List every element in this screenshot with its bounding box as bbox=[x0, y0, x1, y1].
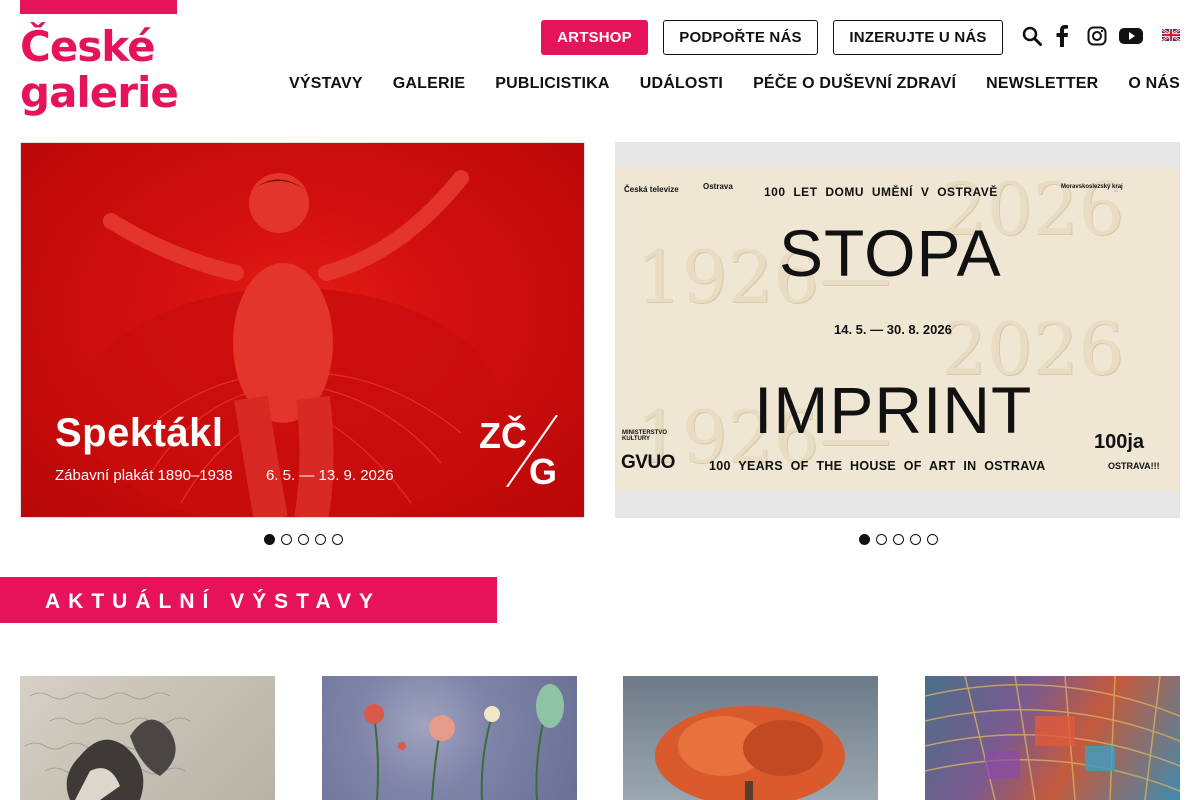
advertise-button[interactable]: INZERUJTE U NÁS bbox=[833, 20, 1003, 55]
exhibition-thumbnail[interactable] bbox=[925, 676, 1180, 800]
artshop-button[interactable]: ARTSHOP bbox=[541, 20, 648, 55]
nav-item-udalosti[interactable]: UDÁLOSTI bbox=[640, 75, 723, 93]
brand-100ja: 100ja bbox=[1094, 431, 1145, 453]
banner-stopa-imprint[interactable]: 1926— 2026 2026 1926— Česká televize Ost… bbox=[615, 142, 1180, 518]
poster-dates: 14. 5. — 30. 8. 2026 bbox=[834, 322, 952, 337]
search-icon[interactable] bbox=[1020, 24, 1044, 48]
nav-item-publicistika[interactable]: PUBLICISTIKA bbox=[495, 75, 609, 93]
slider-dots-right bbox=[859, 534, 938, 545]
nav-item-galerie[interactable]: GALERIE bbox=[393, 75, 466, 93]
section-title: AKTUÁLNÍ VÝSTAVY bbox=[45, 590, 382, 613]
nav-item-o-nas[interactable]: O NÁS bbox=[1128, 75, 1180, 93]
brand-ostrava: OSTRAVA!!! bbox=[1108, 461, 1160, 471]
sponsor-kraj: Moravskoslezský kraj bbox=[1061, 184, 1123, 190]
facebook-icon[interactable] bbox=[1050, 24, 1074, 48]
support-button[interactable]: PODPOŘTE NÁS bbox=[663, 20, 818, 55]
poster-subtitle-en: 100 YEARS OF THE HOUSE OF ART IN OSTRAVA bbox=[709, 459, 1046, 473]
poster-headline: 100 LET DOMU UMĚNÍ V OSTRAVĚ bbox=[764, 185, 998, 199]
nav-item-newsletter[interactable]: NEWSLETTER bbox=[986, 75, 1098, 93]
exhibition-thumbnail[interactable] bbox=[322, 676, 577, 800]
top-buttons: ARTSHOP PODPOŘTE NÁS INZERUJTE U NÁS bbox=[541, 20, 1003, 55]
nav-item-pece[interactable]: PÉČE O DUŠEVNÍ ZDRAVÍ bbox=[753, 75, 956, 93]
exhibition-thumbnail[interactable] bbox=[20, 676, 275, 800]
logo-text: České galerie bbox=[20, 22, 179, 117]
exhibition-thumbnail[interactable] bbox=[623, 676, 878, 800]
sponsor-ministry: MINISTERSTVO KULTURY bbox=[622, 430, 668, 442]
slider-dot[interactable] bbox=[876, 534, 887, 545]
logo-line-2: galerie bbox=[20, 68, 179, 117]
logo-line-1: České bbox=[20, 22, 156, 71]
sponsor-ostrava: Ostrava bbox=[703, 182, 733, 191]
slider-dot[interactable] bbox=[893, 534, 904, 545]
main-nav: VÝSTAVY GALERIE PUBLICISTIKA UDÁLOSTI PÉ… bbox=[289, 75, 1180, 93]
slider-dot[interactable] bbox=[281, 534, 292, 545]
slider-dot[interactable] bbox=[332, 534, 343, 545]
slider-dot[interactable] bbox=[264, 534, 275, 545]
zcg-logo: ZČ G bbox=[479, 415, 558, 492]
gvuo-logo: GVUO bbox=[621, 452, 675, 473]
instagram-icon[interactable] bbox=[1085, 24, 1109, 48]
poster-stopa: 1926— 2026 2026 1926— Česká televize Ost… bbox=[616, 167, 1179, 492]
slider-dot[interactable] bbox=[298, 534, 309, 545]
slider-dot[interactable] bbox=[910, 534, 921, 545]
banner-subtitle: Zábavní plakát 1890–1938 bbox=[55, 467, 233, 484]
uk-flag-icon[interactable] bbox=[1161, 28, 1181, 42]
logo-bar bbox=[20, 0, 177, 14]
site-logo[interactable]: České galerie bbox=[20, 0, 179, 122]
slider-dots-left bbox=[264, 534, 343, 545]
slider-dot[interactable] bbox=[315, 534, 326, 545]
youtube-icon[interactable] bbox=[1119, 24, 1143, 48]
banner-spektakl[interactable]: Spektákl Zábavní plakát 1890–1938 6. 5. … bbox=[20, 142, 585, 518]
banner-title: Spektákl bbox=[55, 411, 224, 455]
poster-title-stopa: STOPA bbox=[779, 216, 1002, 290]
poster-title-imprint: IMPRINT bbox=[754, 373, 1033, 447]
sponsor-ct: Česká televize bbox=[624, 185, 679, 194]
slider-dot[interactable] bbox=[927, 534, 938, 545]
banner-dates: 6. 5. — 13. 9. 2026 bbox=[266, 467, 394, 484]
section-header: AKTUÁLNÍ VÝSTAVY bbox=[0, 577, 497, 623]
slider-dot[interactable] bbox=[859, 534, 870, 545]
nav-item-vystavy[interactable]: VÝSTAVY bbox=[289, 75, 363, 93]
